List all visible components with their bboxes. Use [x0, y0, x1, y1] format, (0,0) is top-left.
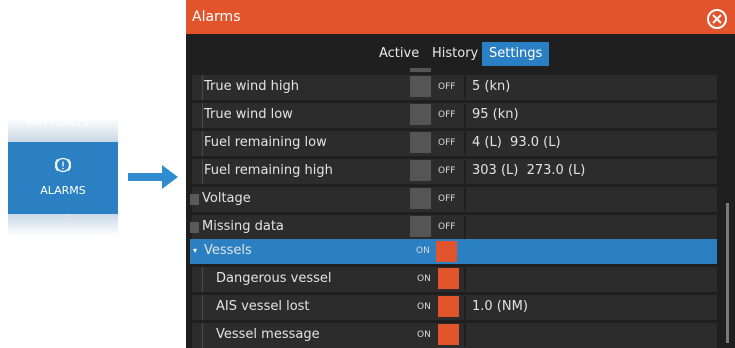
alarm-group-missing-data[interactable]: Missing data OFF: [190, 215, 717, 240]
alarm-row-true-wind-low[interactable]: True wind low OFF 95 (kn): [192, 103, 717, 128]
arrow-right-icon: [128, 165, 178, 189]
alarm-toggle[interactable]: [436, 241, 457, 262]
alarm-state: OFF: [438, 222, 456, 232]
column-separator: [464, 132, 466, 155]
alarm-toggle[interactable]: [438, 324, 459, 345]
alarm-toggle[interactable]: [410, 104, 431, 125]
alarm-row-true-wind-high[interactable]: True wind high OFF 5 (kn): [192, 75, 717, 100]
alarm-toggle[interactable]: [438, 296, 459, 317]
alarm-toggle[interactable]: [410, 132, 431, 153]
alarm-state: OFF: [438, 82, 456, 92]
column-separator: [464, 188, 466, 211]
side-menu-prev-item[interactable]: WAYPOINTS: [8, 118, 118, 142]
tree-line: [202, 295, 203, 320]
column-separator: [464, 76, 466, 99]
alarm-label: Vessel message: [216, 327, 320, 342]
window-title: Alarms: [192, 9, 241, 25]
tab-active[interactable]: Active: [379, 42, 419, 66]
alarm-value[interactable]: 4 (L) 93.0 (L): [472, 135, 561, 150]
tree-line: [202, 75, 203, 100]
alarm-state: OFF: [438, 194, 456, 204]
alarm-value[interactable]: 5 (kn): [472, 79, 510, 94]
column-separator: [464, 324, 466, 347]
alarm-value[interactable]: 1.0 (NM): [472, 299, 528, 314]
tree-line: [202, 323, 203, 348]
alarm-state: ON: [416, 246, 430, 256]
side-menu-next-item[interactable]: Fi: [8, 214, 118, 236]
alarms-window: Alarms Active History Settings True wind…: [186, 0, 735, 348]
title-bar: Alarms: [186, 0, 735, 34]
scrollbar[interactable]: [726, 203, 729, 343]
alarm-row-dangerous-vessel[interactable]: Dangerous vessel ON: [192, 267, 717, 292]
alarm-state: OFF: [438, 110, 456, 120]
alarm-group-label: Missing data: [202, 219, 284, 234]
column-separator: [464, 268, 466, 291]
tree-line: [202, 103, 203, 128]
alarm-group-label: Voltage: [202, 191, 251, 206]
alarm-label: Fuel remaining high: [204, 163, 333, 178]
alarm-state: ON: [417, 330, 431, 340]
alarm-row-fuel-remaining-high[interactable]: Fuel remaining high OFF 303 (L) 273.0 (L…: [192, 159, 717, 184]
tab-history[interactable]: History: [432, 42, 478, 66]
alarm-value[interactable]: 303 (L) 273.0 (L): [472, 163, 585, 178]
alarm-state: OFF: [438, 138, 456, 148]
alarm-icon: [55, 157, 71, 173]
tree-line: [202, 267, 203, 292]
side-menu-prev-label: WAYPOINTS: [26, 118, 89, 129]
tab-settings[interactable]: Settings: [482, 42, 550, 66]
close-icon: [712, 14, 722, 24]
alarm-toggle[interactable]: [410, 76, 431, 97]
column-separator: [464, 160, 466, 183]
alarm-toggle[interactable]: [410, 160, 431, 181]
expand-icon[interactable]: [190, 222, 199, 233]
alarm-row-fuel-remaining-low[interactable]: Fuel remaining low OFF 4 (L) 93.0 (L): [192, 131, 717, 156]
alarm-label: Fuel remaining low: [204, 135, 327, 150]
close-button[interactable]: [707, 9, 727, 29]
alarm-row-vessel-message[interactable]: Vessel message ON: [192, 323, 717, 348]
column-separator: [464, 296, 466, 319]
column-separator: [464, 216, 466, 239]
alarm-toggle[interactable]: [410, 188, 431, 209]
alarm-group-label: Vessels: [204, 243, 252, 258]
alarm-value[interactable]: 95 (kn): [472, 107, 519, 122]
alarm-state: ON: [417, 274, 431, 284]
alarm-group-voltage[interactable]: Voltage OFF: [190, 187, 717, 212]
alarm-toggle[interactable]: [438, 268, 459, 289]
alarm-state: OFF: [438, 166, 456, 176]
alarm-row-ais-vessel-lost[interactable]: AIS vessel lost ON 1.0 (NM): [192, 295, 717, 320]
side-menu-label: ALARMS: [40, 184, 86, 197]
tree-line: [202, 131, 203, 156]
alarm-label: AIS vessel lost: [216, 299, 310, 314]
collapse-icon[interactable]: ▾: [193, 246, 197, 255]
alarm-toggle[interactable]: [410, 216, 431, 237]
expand-icon[interactable]: [190, 194, 199, 205]
alarm-label: Dangerous vessel: [216, 271, 332, 286]
column-separator: [464, 104, 466, 127]
alarm-group-vessels[interactable]: ▾ Vessels ON: [190, 239, 717, 264]
alarm-settings-list: True wind high OFF 5 (kn) True wind low …: [186, 68, 735, 348]
side-menu-item-alarms[interactable]: ALARMS: [8, 142, 118, 214]
alarm-label: True wind high: [204, 79, 299, 94]
side-menu-next-label: Fi: [64, 214, 72, 225]
side-menu: WAYPOINTS ALARMS Fi: [8, 118, 118, 236]
alarm-label: True wind low: [204, 107, 293, 122]
tree-line: [202, 159, 203, 184]
alarm-state: ON: [417, 302, 431, 312]
